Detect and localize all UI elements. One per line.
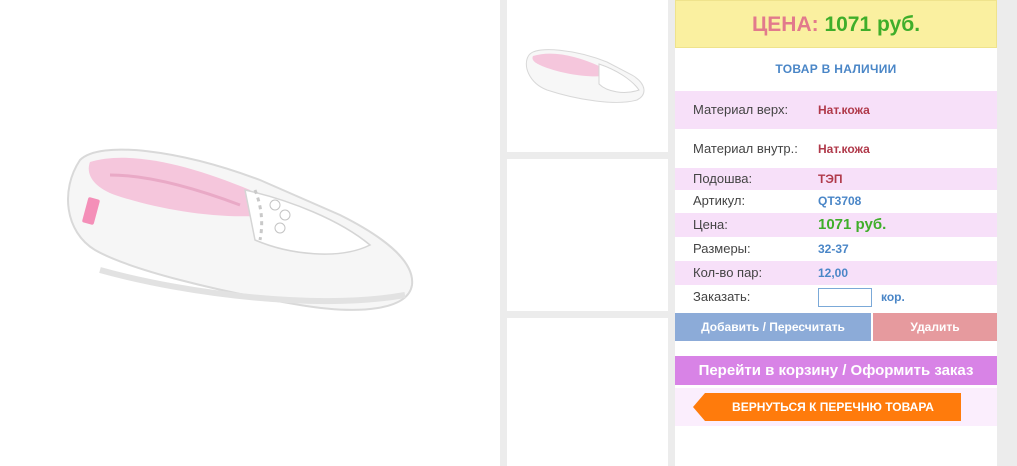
spec-key: Кол-во пар: [693,265,763,280]
spec-key: Размеры: [693,241,751,256]
spec-value: ТЭП [818,172,843,186]
thumbnail-3[interactable] [507,318,668,466]
shoe-thumbnail-icon [525,49,645,103]
price-header-label: ЦЕНА: [751,13,819,36]
product-page: ЦЕНА: 1071 руб. ТОВАР В НАЛИЧИИ Материал… [0,0,1017,466]
spec-value: Нат.кожа [818,142,870,156]
shoe-image-icon [67,148,414,311]
spec-value: 12,00 [818,266,849,280]
product-info-panel: ЦЕНА: 1071 руб. ТОВАР В НАЛИЧИИ Материал… [675,0,997,466]
spec-key: Артикул: [693,193,746,208]
price-header-value: 1071 руб. [824,13,921,36]
spec-row-article: Артикул: QT3708 [675,190,997,212]
go-to-cart-button[interactable]: Перейти в корзину / Оформить заказ [675,356,997,385]
spec-row-sole: Подошва: ТЭП [675,168,997,190]
order-row: Заказать: кор. [675,285,997,309]
add-recalculate-button[interactable]: Добавить / Пересчитать [675,313,871,341]
back-to-list-button[interactable]: ВЕРНУТЬСЯ К ПЕРЕЧНЮ ТОВАРА [693,393,961,421]
spec-row-pairs: Кол-во пар: 12,00 [675,261,997,285]
spec-row-price: Цена: 1071 руб. [675,213,997,237]
order-label: Заказать: [693,289,751,304]
spec-value: 32-37 [818,242,849,256]
spec-row-sizes: Размеры: 32-37 [675,237,997,261]
spec-key: Подошва: [693,171,753,186]
thumbnail-2[interactable] [507,159,668,311]
spec-value: 1071 руб. [818,216,887,233]
spec-row-material-top: Материал верх: Нат.кожа [675,91,997,129]
thumbnail-1[interactable] [507,0,668,152]
order-quantity-input[interactable] [818,288,872,307]
spec-key: Материал внутр.: [693,141,798,156]
price-header: ЦЕНА: 1071 руб. [675,0,997,48]
spec-value: QT3708 [818,194,862,208]
stock-status: ТОВАР В НАЛИЧИИ [775,62,897,76]
spec-row-material-inner: Материал внутр.: Нат.кожа [675,130,997,168]
back-area: ВЕРНУТЬСЯ К ПЕРЕЧНЮ ТОВАРА [675,388,997,426]
spec-key: Цена: [693,217,728,232]
spec-value: Нат.кожа [818,103,870,117]
delete-button[interactable]: Удалить [873,313,997,341]
spec-key: Материал верх: [693,102,789,117]
page-margin [997,0,1017,466]
main-product-image[interactable] [0,0,500,466]
order-unit: кор. [881,290,905,304]
